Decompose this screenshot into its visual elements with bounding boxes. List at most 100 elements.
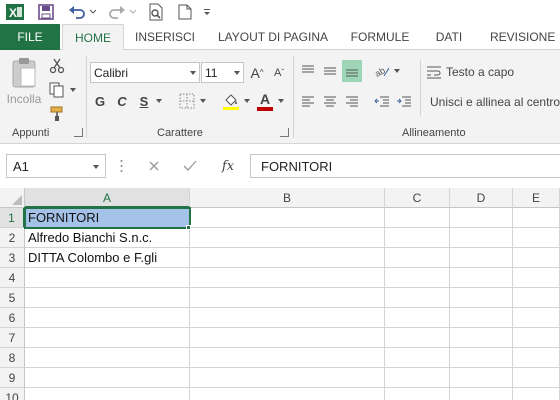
grid-cell[interactable]: [450, 268, 513, 288]
grid-cell[interactable]: [450, 368, 513, 388]
copy-dropdown-icon[interactable]: [68, 80, 78, 100]
paste-button[interactable]: Incolla: [6, 56, 42, 118]
grid-cell[interactable]: [190, 208, 385, 228]
undo-icon[interactable]: [66, 2, 88, 22]
grow-font-button[interactable]: A ^: [248, 62, 266, 83]
grid-cell[interactable]: [513, 368, 560, 388]
name-box[interactable]: A1: [6, 154, 106, 178]
formula-input[interactable]: FORNITORI: [250, 154, 560, 178]
column-header-e[interactable]: E: [513, 188, 560, 208]
tab-insert[interactable]: INSERISCI: [130, 24, 200, 50]
grid-cell[interactable]: [190, 368, 385, 388]
font-color-dropdown-icon[interactable]: [276, 90, 286, 112]
row-header[interactable]: 6: [0, 308, 25, 328]
print-preview-icon[interactable]: [146, 2, 166, 22]
grid-cell[interactable]: [25, 328, 190, 348]
increase-indent-icon[interactable]: [394, 90, 414, 112]
align-bottom-icon[interactable]: [342, 60, 362, 82]
grid-cell[interactable]: [385, 348, 450, 368]
grid-cell[interactable]: [385, 248, 450, 268]
cell-a2[interactable]: Alfredo Bianchi S.n.c.: [25, 228, 190, 248]
grid-cell[interactable]: [385, 388, 450, 400]
copy-icon[interactable]: [46, 80, 68, 100]
grid-cell[interactable]: [25, 308, 190, 328]
column-header-c[interactable]: C: [385, 188, 450, 208]
redo-icon[interactable]: [106, 2, 128, 22]
tab-data[interactable]: DATI: [426, 24, 472, 50]
grid-cell[interactable]: [190, 288, 385, 308]
grid-cell[interactable]: [513, 348, 560, 368]
row-header[interactable]: 1: [0, 208, 25, 228]
customize-icon[interactable]: [200, 2, 214, 22]
grid-cell[interactable]: [450, 288, 513, 308]
underline-button[interactable]: S: [136, 90, 152, 112]
grid-cell[interactable]: [190, 268, 385, 288]
grid-cell[interactable]: [25, 368, 190, 388]
grid-cell[interactable]: [385, 288, 450, 308]
row-header[interactable]: 2: [0, 228, 25, 248]
merge-center-button[interactable]: Unisci e allinea al centro: [426, 92, 560, 112]
align-center-icon[interactable]: [320, 90, 340, 112]
fill-color-icon[interactable]: [220, 90, 242, 112]
redo-dropdown-icon[interactable]: [128, 2, 138, 22]
grid-cell[interactable]: [450, 388, 513, 400]
font-size-select[interactable]: 11: [201, 62, 244, 83]
grid-cell[interactable]: [513, 208, 560, 228]
grid-cell[interactable]: [25, 388, 190, 400]
italic-button[interactable]: C: [114, 90, 130, 112]
grid-cell[interactable]: [190, 308, 385, 328]
grid-cell[interactable]: [25, 348, 190, 368]
tab-page-layout[interactable]: LAYOUT DI PAGINA: [210, 24, 336, 50]
save-icon[interactable]: [36, 2, 56, 22]
grid-cell[interactable]: [190, 228, 385, 248]
align-left-icon[interactable]: [298, 90, 318, 112]
grid-cell[interactable]: [25, 288, 190, 308]
grid-cell[interactable]: [385, 328, 450, 348]
fill-handle[interactable]: [186, 225, 191, 230]
undo-dropdown-icon[interactable]: [88, 2, 98, 22]
row-header[interactable]: 9: [0, 368, 25, 388]
align-right-icon[interactable]: [342, 90, 362, 112]
row-header[interactable]: 10: [0, 388, 25, 400]
font-launcher-icon[interactable]: [280, 128, 289, 137]
row-header[interactable]: 7: [0, 328, 25, 348]
grid-cell[interactable]: [190, 348, 385, 368]
column-header-d[interactable]: D: [450, 188, 513, 208]
grid-cell[interactable]: [450, 348, 513, 368]
column-header-b[interactable]: B: [190, 188, 385, 208]
tab-review[interactable]: REVISIONE: [480, 24, 560, 50]
grid-cell[interactable]: [513, 308, 560, 328]
grid-cell[interactable]: [513, 388, 560, 400]
grid-cell[interactable]: [513, 248, 560, 268]
borders-icon[interactable]: [176, 90, 198, 112]
cell-a3[interactable]: DITTA Colombo e F.gli: [25, 248, 190, 268]
format-painter-icon[interactable]: [46, 104, 68, 124]
grid-cell[interactable]: [513, 268, 560, 288]
tab-home[interactable]: HOME: [62, 24, 124, 51]
clipboard-launcher-icon[interactable]: [74, 128, 83, 137]
shrink-font-button[interactable]: Aˇ: [270, 62, 288, 83]
fill-color-dropdown-icon[interactable]: [242, 90, 252, 112]
grid-cell[interactable]: [190, 248, 385, 268]
grid-cell[interactable]: [450, 228, 513, 248]
select-all-button[interactable]: [0, 188, 25, 208]
cut-icon[interactable]: [46, 56, 68, 76]
cell-a1[interactable]: FORNITORI: [24, 207, 191, 229]
grid-cell[interactable]: [450, 328, 513, 348]
orientation-dropdown-icon[interactable]: [392, 60, 402, 82]
tab-formulas[interactable]: FORMULE: [344, 24, 416, 50]
grid-cell[interactable]: [25, 268, 190, 288]
new-document-icon[interactable]: [176, 2, 194, 22]
row-header[interactable]: 8: [0, 348, 25, 368]
row-header[interactable]: 4: [0, 268, 25, 288]
align-top-icon[interactable]: [298, 60, 318, 82]
orientation-icon[interactable]: ab: [372, 60, 392, 82]
grid-cell[interactable]: [385, 268, 450, 288]
align-middle-icon[interactable]: [320, 60, 340, 82]
font-name-select[interactable]: Calibri: [90, 62, 200, 83]
wrap-text-button[interactable]: Testo a capo: [426, 62, 560, 82]
grid-cell[interactable]: [513, 328, 560, 348]
decrease-indent-icon[interactable]: [372, 90, 392, 112]
grid-cell[interactable]: [385, 308, 450, 328]
grid-cell[interactable]: [450, 208, 513, 228]
